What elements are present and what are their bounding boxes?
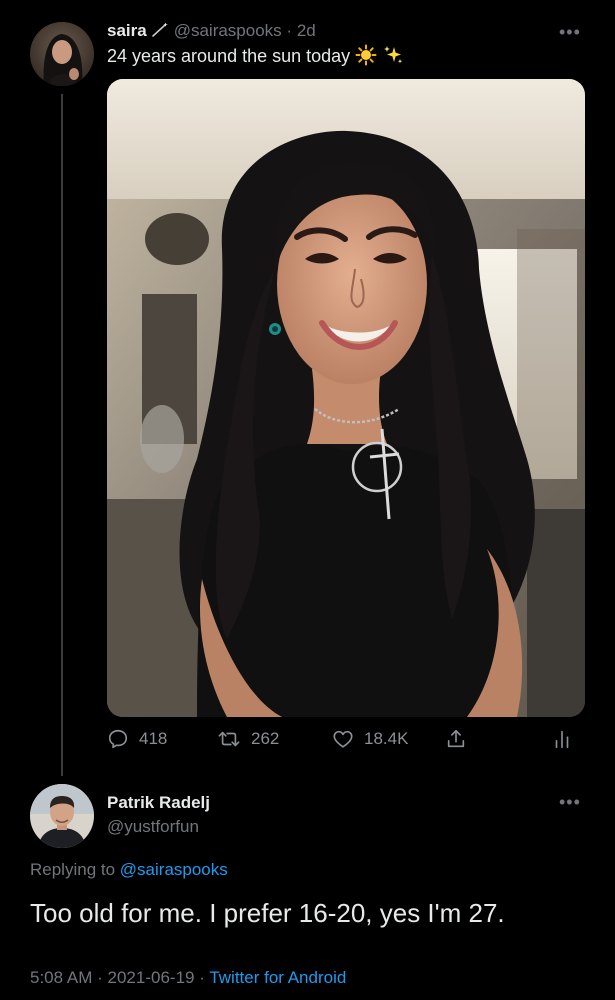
meta-separator-2: ·: [199, 968, 205, 987]
thread-connector-line: [61, 94, 63, 776]
heart-icon: [333, 730, 353, 748]
author-avatar[interactable]: [30, 22, 94, 86]
retweet-count: 262: [251, 729, 280, 748]
like-count: 18.4K: [364, 729, 409, 748]
retweet-action[interactable]: 262: [217, 728, 279, 750]
replying-to-line: Replying to @sairaspooks: [30, 858, 228, 882]
analytics-icon: [555, 730, 569, 749]
reply-author-handle[interactable]: @yustforfun: [107, 816, 199, 838]
replying-to-link[interactable]: @sairaspooks: [120, 860, 228, 879]
share-action[interactable]: [445, 728, 467, 750]
header-separator: ·: [286, 21, 293, 40]
reply-author-avatar-image: [30, 784, 94, 848]
tweet-actions-bar: 418 262 18.4K: [107, 728, 585, 756]
author-display-name[interactable]: saira: [107, 21, 147, 40]
reply-time[interactable]: 5:08 AM: [30, 968, 92, 987]
tweet-text-line: 24 years around the sun today: [107, 44, 404, 72]
reply-icon: [108, 729, 128, 749]
reply-date[interactable]: 2021-06-19: [108, 968, 195, 987]
retweet-icon: [218, 731, 240, 747]
analytics-action[interactable]: [552, 728, 572, 750]
reply-text: Too old for me. I prefer 16-20, yes I'm …: [30, 898, 505, 928]
meta-separator: ·: [97, 968, 103, 987]
tweet-text: 24 years around the sun today: [107, 46, 351, 66]
reply-author-avatar[interactable]: [30, 784, 94, 848]
tweet-more-icon[interactable]: •••: [559, 23, 581, 41]
sun-emoji: [355, 44, 377, 72]
like-action[interactable]: 18.4K: [332, 728, 408, 750]
replying-prefix: Replying to: [30, 860, 116, 879]
selfie-photo-image: [107, 79, 585, 717]
reply-source-link[interactable]: Twitter for Android: [209, 968, 346, 987]
reply-count: 418: [139, 729, 168, 748]
tweet-photo[interactable]: [107, 79, 585, 717]
share-icon: [447, 729, 465, 748]
magic-wand-icon: [150, 22, 170, 38]
author-avatar-image: [30, 22, 94, 86]
reply-more-icon[interactable]: •••: [559, 793, 581, 811]
sparkles-emoji: [382, 44, 404, 72]
tweet-header: saira @sairaspooks · 2d: [107, 20, 316, 42]
reply-meta-line: 5:08 AM · 2021-06-19 · Twitter for Andro…: [30, 966, 346, 990]
reply-action[interactable]: 418: [107, 728, 167, 750]
tweet-time-ago[interactable]: 2d: [297, 21, 316, 40]
reply-author-display-name[interactable]: Patrik Radelj: [107, 792, 210, 814]
author-handle[interactable]: @sairaspooks: [174, 21, 282, 40]
